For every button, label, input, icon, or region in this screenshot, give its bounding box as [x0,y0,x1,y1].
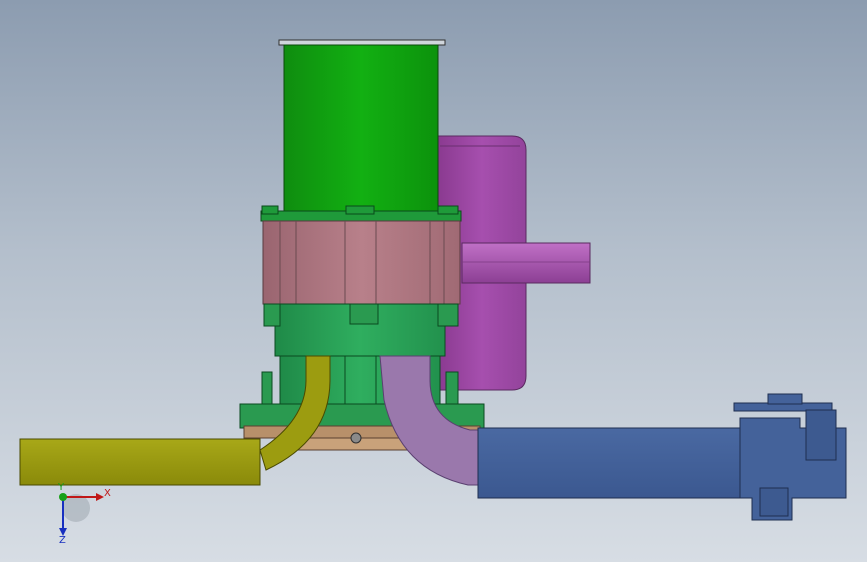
intake-impeller-housing[interactable] [437,135,591,391]
blue-pipe[interactable] [477,393,847,521]
cad-viewport[interactable]: X Y Z [0,0,867,562]
motor-housing[interactable] [278,39,446,214]
y-axis-point [59,493,67,501]
x-axis-arrowhead [96,493,104,501]
z-axis-label: Z [59,535,66,546]
gearbox-flange[interactable] [260,205,462,305]
coordinate-triad: X Y Z [57,482,111,546]
y-axis-label: Y [57,482,65,493]
drive-shaft[interactable] [461,242,591,284]
x-axis-label: X [104,488,111,499]
